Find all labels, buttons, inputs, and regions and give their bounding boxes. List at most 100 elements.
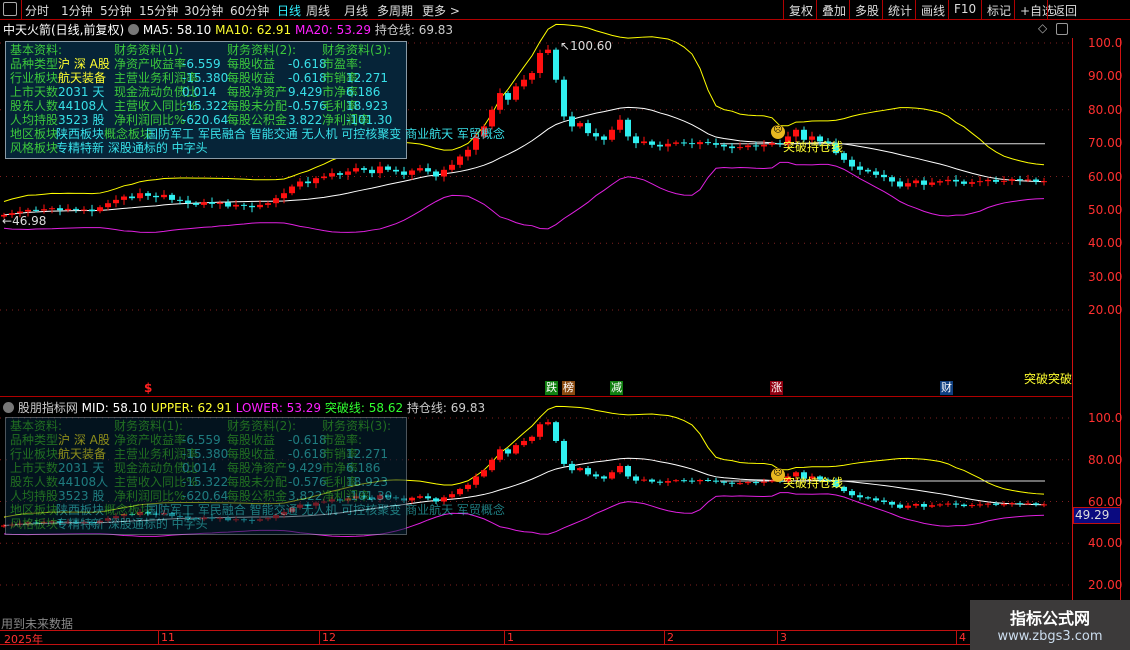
sub-chart-header: 股朋指标网 MID: 58.10 UPPER: 62.91 LOWER: 53.…	[3, 399, 485, 416]
info-label: 每股收益	[227, 57, 276, 71]
date-tick: 1	[504, 631, 514, 645]
candle	[873, 171, 879, 175]
info-value: -620.64	[182, 113, 229, 127]
info-value: -0.618	[288, 71, 327, 85]
info-board: 国防军工 军民融合 智能交通 无人机 可控核聚变 商业航天 军贸概念	[146, 503, 505, 517]
info-value: 2031 天	[58, 85, 105, 99]
price-tick: 100.0	[1088, 411, 1123, 425]
candle	[625, 119, 631, 137]
candle	[337, 173, 343, 175]
info-value: -6.559	[182, 433, 221, 447]
candle	[737, 147, 743, 149]
candle	[497, 449, 503, 460]
candle	[617, 119, 623, 130]
info-value: 0.014	[182, 85, 217, 99]
axis-line	[1072, 38, 1073, 630]
price-tick: 20.00	[1088, 578, 1123, 592]
candle	[569, 463, 575, 471]
info-header: 财务资料(1):	[114, 419, 184, 433]
candle	[609, 129, 615, 140]
candle	[985, 179, 991, 182]
date-tick: 3	[777, 631, 787, 645]
candle	[617, 466, 623, 473]
candle	[1017, 179, 1023, 181]
watermark-title: 指标公式网	[1009, 609, 1090, 628]
candle	[729, 482, 735, 484]
candle	[369, 169, 375, 174]
candle	[737, 483, 743, 485]
candle	[953, 179, 959, 182]
candle	[945, 179, 951, 182]
panel-divider	[0, 396, 1072, 397]
candle	[489, 459, 495, 471]
candle	[873, 498, 879, 501]
candle	[673, 480, 679, 482]
candle	[81, 209, 87, 211]
candle	[945, 503, 951, 505]
info-label: 股东人数	[10, 99, 59, 113]
info-value: 12.271	[346, 447, 388, 461]
candle	[697, 479, 703, 482]
candle	[865, 169, 871, 172]
signal-badge: 涨	[770, 381, 783, 395]
price-tick: 50.00	[1088, 203, 1123, 217]
info-label: 品种类型	[10, 433, 59, 447]
info-header: 基本资料:	[10, 419, 63, 433]
candle	[521, 440, 527, 446]
candle	[169, 194, 175, 200]
candle	[961, 504, 967, 507]
price-tick: 70.00	[1088, 136, 1123, 151]
info-board: 专精特新 深股通标的 中字头	[56, 517, 208, 531]
info-value: 18.923	[346, 475, 388, 489]
info-value: 3523 股	[58, 113, 105, 127]
date-tick: 11	[158, 631, 175, 645]
info-label: 净利润同比%	[114, 489, 186, 503]
candle	[913, 180, 919, 184]
info-value: 9.429	[288, 85, 323, 99]
candle	[497, 93, 503, 110]
candle	[481, 470, 487, 477]
smiley-icon: ☹	[771, 125, 785, 139]
candle	[705, 479, 711, 481]
candle	[297, 181, 303, 187]
candle	[961, 181, 967, 184]
candle	[73, 208, 79, 210]
candle	[729, 146, 735, 149]
candle	[489, 109, 495, 127]
candle	[513, 86, 519, 100]
info-label: 净资产收益率	[114, 57, 187, 71]
candle	[241, 204, 247, 206]
candle	[937, 504, 943, 506]
candle	[185, 200, 191, 204]
candle	[881, 174, 887, 178]
info-value: 0.014	[182, 461, 217, 475]
candle	[129, 196, 135, 199]
candle	[265, 203, 271, 205]
info-value: 沪 深 A股	[58, 57, 110, 71]
info-board: 地区板块	[10, 503, 59, 517]
date-tick: 2025年	[4, 633, 43, 646]
candle	[553, 49, 559, 80]
info-value: -0.576	[288, 99, 327, 113]
info-value: 航天装备	[58, 447, 107, 461]
watermark-url: www.zbgs3.com	[997, 629, 1103, 644]
candle	[433, 171, 439, 177]
candle	[1009, 179, 1015, 181]
candle	[649, 141, 655, 145]
candle	[649, 479, 655, 482]
info-value: 3523 股	[58, 489, 105, 503]
info-board: 陕西板块	[56, 127, 105, 141]
candle	[849, 159, 855, 167]
info-value: -0.618	[288, 433, 327, 447]
candle	[113, 199, 119, 204]
info-header: 财务资料(2):	[227, 419, 297, 433]
cursor-price-box: 49.29	[1073, 507, 1121, 524]
candle	[257, 204, 263, 208]
candle	[145, 193, 151, 196]
dropdown-icon[interactable]	[3, 402, 14, 413]
candle	[929, 182, 935, 185]
candle	[97, 207, 103, 212]
candle	[537, 424, 543, 437]
candle	[1025, 503, 1031, 505]
candle	[641, 141, 647, 144]
